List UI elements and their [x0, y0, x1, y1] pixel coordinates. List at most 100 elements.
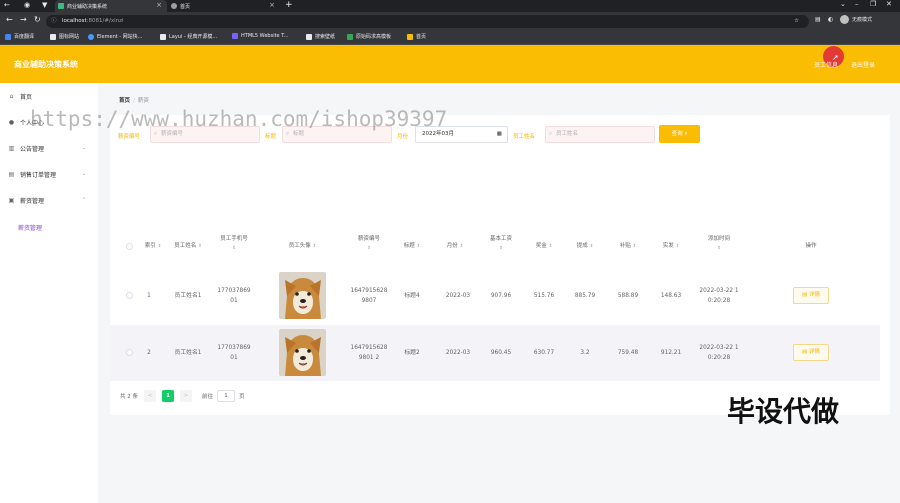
- col-salary-no[interactable]: 薪资编号 ⇕: [345, 235, 393, 253]
- vue-tab-icon: [58, 3, 64, 9]
- tab-inactive[interactable]: 首页 ×: [168, 0, 280, 12]
- breadcrumb-home[interactable]: 首页: [119, 98, 130, 104]
- title-label: 标题: [265, 134, 277, 140]
- col-allowance[interactable]: 补贴 ⇕: [609, 242, 647, 251]
- logout-link[interactable]: 退出登录: [851, 60, 875, 69]
- bookmark[interactable]: HTML5 Website T...: [232, 33, 288, 39]
- next-page-button[interactable]: >: [180, 390, 192, 402]
- sidebar-subitem-salary-manage[interactable]: 薪资管理: [18, 223, 42, 232]
- minimize-icon[interactable]: –: [855, 0, 859, 8]
- tab-title: 商业辅助决策系统: [67, 3, 108, 10]
- sort-icon: ⇕: [632, 244, 637, 249]
- bookmarks-bar: 百度翻译 图标网站 Element - 网站快... Layui - 经典开源模…: [0, 30, 900, 45]
- cell-allowance: 759.48: [617, 350, 639, 356]
- bookmark[interactable]: 图标网站: [50, 33, 79, 40]
- profile-button[interactable]: 无痕模式: [840, 15, 872, 24]
- col-avatar: 员工头像 ⇕: [288, 243, 317, 249]
- col-actions: 操作: [805, 243, 817, 249]
- cell-name: 员工姓名1: [174, 350, 202, 356]
- browser-tab-strip: ← ◉ ▼ 商业辅助决策系统 × 首页 × + ⌄ – ❐ ✕: [0, 0, 900, 12]
- bookmark[interactable]: 原始码求高模板: [347, 33, 391, 40]
- col-name[interactable]: 员工姓名 ⇕: [166, 242, 210, 251]
- page-number-active[interactable]: 1: [162, 390, 174, 402]
- cell-salary-no: 16479156289801 2: [350, 345, 388, 361]
- bookmark-label: 搜索壁纸: [315, 34, 336, 40]
- cell-title: 标题4: [404, 293, 420, 299]
- bookmark[interactable]: 首页: [407, 33, 426, 40]
- globe-icon: [171, 3, 177, 9]
- bookmark[interactable]: Layui - 经典开源模...: [160, 33, 217, 40]
- col-commission[interactable]: 提成 ⇕: [566, 242, 604, 251]
- col-phone[interactable]: 员工手机号 ⇕: [210, 235, 258, 253]
- search-button-label: 查询: [671, 131, 683, 137]
- search-button[interactable]: 查询 ⌕: [659, 125, 700, 143]
- forward-icon[interactable]: →: [20, 15, 27, 24]
- col-actual[interactable]: 实发 ⇕: [652, 242, 690, 251]
- sidebar-item-label: 薪资管理: [20, 197, 45, 205]
- col-title[interactable]: 标题 ⇕: [393, 242, 431, 251]
- order-icon: ▤: [8, 170, 15, 178]
- translate-icon: [5, 33, 11, 40]
- calendar-icon[interactable]: ▦: [497, 127, 502, 142]
- info-icon[interactable]: ⓘ: [51, 15, 57, 28]
- name-input[interactable]: ⌕ 员工姓名: [545, 126, 655, 143]
- back-tab-icon[interactable]: ←: [4, 1, 10, 9]
- address-toolbar: ← → ↻ ⓘ localhost:8081/#/xinzi ☆ ▤ ◐ 无痕模…: [0, 12, 900, 30]
- sidebar-item-orders[interactable]: ▤ 销售订单管理 ⌄: [0, 161, 98, 187]
- window-close-icon[interactable]: ✕: [886, 0, 892, 8]
- tab-title: 首页: [180, 3, 191, 10]
- sort-icon: ⇕: [459, 244, 464, 249]
- sidebar-item-notice[interactable]: ▥ 公告管理 ⌄: [0, 135, 98, 161]
- close-icon[interactable]: ×: [269, 1, 275, 9]
- month-label: 月份: [397, 134, 409, 140]
- sort-icon: ⇕: [548, 244, 553, 249]
- url-bar[interactable]: ⓘ localhost:8081/#/xinzi ☆: [46, 15, 809, 28]
- breadcrumb: 首页 / 薪资: [119, 96, 149, 104]
- profile-label: 无痕模式: [852, 17, 873, 23]
- app-title: 商业辅助决策系统: [14, 60, 78, 69]
- window-menu-icon[interactable]: ⌄: [840, 0, 846, 8]
- tab-active[interactable]: 商业辅助决策系统 ×: [55, 0, 167, 12]
- employee-avatar-image: [279, 272, 326, 319]
- col-bonus[interactable]: 奖金 ⇕: [525, 242, 563, 251]
- sort-icon: ⇕: [499, 246, 503, 251]
- salary-no-placeholder: 薪资编号: [161, 131, 184, 137]
- col-base[interactable]: 基本工资 ⇕: [479, 235, 523, 253]
- detail-label: 详情: [808, 349, 820, 355]
- maximize-icon[interactable]: ❐: [870, 0, 876, 8]
- cell-added: 2022-03-22 10:20:28: [699, 345, 739, 361]
- bookmark[interactable]: 百度翻译: [5, 33, 34, 40]
- breadcrumb-separator: /: [133, 98, 135, 104]
- row-checkbox[interactable]: [126, 292, 133, 299]
- select-all-checkbox[interactable]: [126, 243, 133, 250]
- salary-no-label: 薪资编号: [118, 134, 141, 140]
- row-checkbox[interactable]: [126, 349, 133, 356]
- sort-icon: ⇕: [312, 244, 317, 249]
- new-tab-icon[interactable]: +: [285, 0, 293, 10]
- col-month[interactable]: 月份 ⇕: [436, 242, 474, 251]
- sidebar-item-home[interactable]: ⌂ 首页: [0, 83, 98, 109]
- table-row: 2 员工姓名1 17703786901 16479156289801 2 标题2…: [110, 325, 880, 381]
- reload-icon[interactable]: ↻: [34, 15, 41, 24]
- detail-button[interactable]: ▤ 详情: [793, 344, 829, 361]
- col-index[interactable]: 索引 ⇕: [140, 242, 166, 251]
- col-added[interactable]: 添加时间 ⇕: [696, 235, 742, 253]
- cell-month: 2022-03: [445, 293, 471, 299]
- sidebar: ⌂ 首页 ● 个人中心 ▥ 公告管理 ⌄ ▤ 销售订单管理 ⌄ ▣ 薪资管理 ⌃ 薪资管理: [0, 83, 98, 503]
- month-value: 2022年03月: [422, 131, 454, 137]
- goto-page-input[interactable]: 1: [217, 390, 236, 402]
- bookmark-label: Layui - 经典开源模...: [169, 34, 218, 40]
- bookmark-label: 原始码求高模板: [356, 34, 392, 40]
- detail-button[interactable]: ▤ 详情: [793, 287, 829, 304]
- sidebar-item-salary[interactable]: ▣ 薪资管理 ⌃: [0, 187, 98, 213]
- bookmark[interactable]: Element - 网站快...: [88, 33, 142, 40]
- chevron-down-icon: ⌄: [81, 145, 86, 151]
- back-icon[interactable]: ←: [6, 15, 13, 24]
- extension-icon[interactable]: ▤: [815, 16, 821, 23]
- prev-page-button[interactable]: <: [144, 390, 156, 402]
- home-icon: ⌂: [9, 92, 14, 100]
- bookmark[interactable]: 搜索壁纸: [306, 33, 335, 40]
- puzzle-icon[interactable]: ◐: [828, 16, 833, 23]
- star-icon[interactable]: ☆: [794, 15, 799, 28]
- close-icon[interactable]: ×: [156, 1, 162, 9]
